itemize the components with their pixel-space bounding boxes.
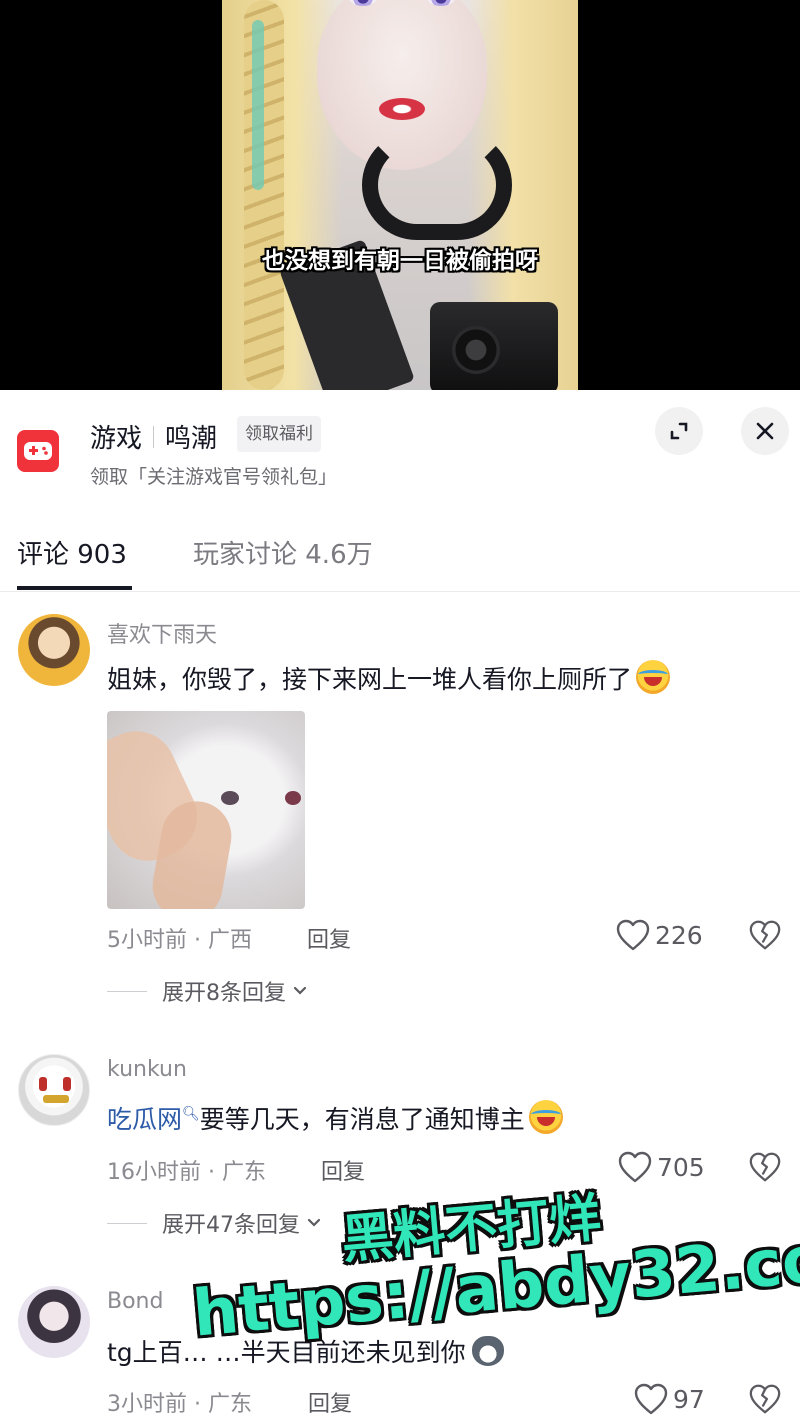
comment-image[interactable] [107, 711, 305, 909]
expand-replies-button[interactable]: 展开47条回复 [107, 1207, 322, 1239]
avatar[interactable] [18, 1286, 90, 1358]
comment-username[interactable]: kunkun [107, 1057, 187, 1082]
tab-comments[interactable]: 评论 903 [17, 534, 127, 571]
video-scene-eye-right [427, 0, 455, 6]
close-button[interactable] [741, 407, 789, 455]
gamepad-icon [24, 442, 52, 460]
video-scene-lips [379, 98, 425, 120]
expand-replies-label: 展开47条回复 [162, 1213, 300, 1238]
reply-button[interactable]: 回复 [308, 1386, 352, 1418]
divider-line [107, 1222, 147, 1224]
video-scene-camera-lens [452, 326, 500, 374]
avatar[interactable] [18, 1054, 90, 1126]
chevron-down-icon [293, 986, 307, 995]
game-app-icon[interactable] [17, 430, 59, 472]
video-scene-headphones [362, 130, 512, 240]
game-promo-text[interactable]: 领取「关注游戏官号领礼包」 [90, 462, 337, 489]
expand-replies-button[interactable]: 展开8条回复 [107, 975, 308, 1007]
like-count: 705 [657, 1152, 705, 1182]
broken-heart-icon [749, 1384, 781, 1414]
video-scene-eye-left [349, 0, 377, 6]
divider-line [107, 990, 147, 992]
video-player[interactable]: 也没想到有朝一日被偷拍呀 [0, 0, 800, 390]
dog-emoji-icon [471, 1336, 504, 1366]
close-icon [756, 422, 774, 440]
laughing-crying-emoji-icon [636, 660, 671, 694]
comment-time-location: 3小时前 · 广东 [107, 1392, 252, 1417]
chevron-down-icon [307, 1218, 321, 1227]
broken-heart-icon [749, 920, 781, 950]
heart-icon [618, 1151, 652, 1183]
expand-icon [670, 422, 688, 440]
comment-time-location: 16小时前 · 广东 [107, 1160, 266, 1185]
comment-body: 要等几天，有消息了通知博主 [199, 1105, 525, 1134]
avatar-eye [63, 1077, 71, 1091]
expand-button[interactable] [655, 407, 703, 455]
comment-text: 姐妹，你毁了，接下来网上一堆人看你上厕所了 [107, 660, 671, 696]
laughing-crying-emoji-icon [528, 1100, 563, 1134]
title-divider [153, 425, 155, 448]
reply-button[interactable]: 回复 [307, 922, 351, 954]
comment-time-location: 5小时前 · 广西 [107, 928, 252, 953]
expand-replies-label: 展开8条回复 [162, 981, 286, 1006]
like-button[interactable]: 226 [615, 918, 703, 952]
dislike-button[interactable] [748, 1150, 782, 1188]
dislike-button[interactable] [748, 1382, 782, 1420]
mention-link[interactable]: 吃瓜网 [107, 1105, 182, 1134]
comment-username[interactable]: Bond [107, 1289, 163, 1314]
video-scene-camera [430, 302, 558, 390]
avatar-eye [39, 1077, 47, 1091]
game-title[interactable]: 游戏 鸣潮 [90, 418, 217, 455]
avatar-mouth [43, 1095, 69, 1103]
active-tab-indicator [17, 586, 132, 590]
comment-body: 姐妹，你毁了，接下来网上一堆人看你上厕所了 [107, 665, 633, 694]
comment-username[interactable]: 喜欢下雨天 [107, 617, 217, 649]
comment-text: 吃瓜网🔍︎要等几天，有消息了通知博主 [107, 1100, 563, 1136]
heart-icon [616, 919, 650, 951]
like-count: 226 [655, 920, 703, 950]
search-icon: 🔍︎ [182, 1106, 200, 1122]
game-name: 鸣潮 [165, 424, 218, 454]
heart-icon [634, 1383, 668, 1415]
comment-tabs: 评论 903 玩家讨论 4.6万 [0, 520, 800, 592]
tab-player-discussion[interactable]: 玩家讨论 4.6万 [193, 534, 373, 571]
video-scene-braid [244, 0, 284, 390]
like-count: 97 [673, 1384, 705, 1414]
video-scene-ribbon [252, 20, 264, 190]
image-scene-cat-eye [285, 791, 301, 805]
image-scene-cat-eye [221, 791, 239, 805]
like-button[interactable]: 705 [617, 1150, 705, 1184]
video-subtitle: 也没想到有朝一日被偷拍呀 [262, 248, 538, 274]
dislike-button[interactable] [748, 918, 782, 956]
reply-button[interactable]: 回复 [321, 1154, 365, 1186]
video-frame[interactable]: 也没想到有朝一日被偷拍呀 [222, 0, 578, 390]
avatar[interactable] [18, 614, 90, 686]
like-button[interactable]: 97 [633, 1382, 705, 1416]
welfare-badge[interactable]: 领取福利 [237, 416, 321, 452]
game-category: 游戏 [90, 424, 143, 454]
broken-heart-icon [749, 1152, 781, 1182]
